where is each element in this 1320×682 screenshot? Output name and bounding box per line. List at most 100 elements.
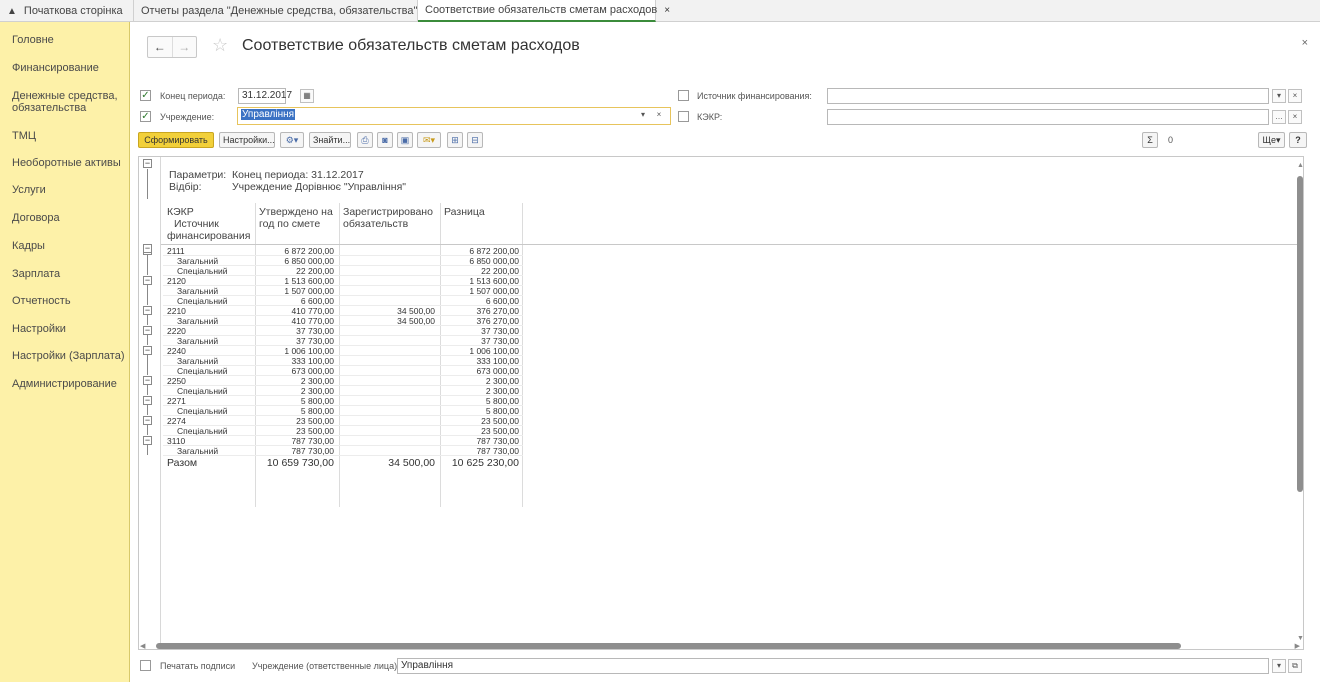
- scroll-down-icon[interactable]: ▼: [1297, 635, 1304, 642]
- collapse-group-icon[interactable]: −: [143, 306, 152, 315]
- calendar-icon[interactable]: ▦: [300, 89, 314, 103]
- group-line: [147, 385, 148, 395]
- save-icon[interactable]: ▣: [397, 132, 413, 148]
- print-signatures-checkbox[interactable]: [140, 660, 151, 671]
- close-form-icon[interactable]: ×: [1302, 37, 1308, 49]
- more-button[interactable]: Ще▾: [1258, 132, 1285, 148]
- group-line: [147, 425, 148, 435]
- find-button[interactable]: Знайти...: [309, 132, 351, 148]
- period-field[interactable]: 31.12.2017: [238, 88, 292, 104]
- total-approved: 10 659 730,00: [266, 457, 334, 469]
- source-label: Источник финансирования:: [697, 91, 812, 101]
- tab-bar: ▲ Початкова сторінка Отчеты раздела "Ден…: [0, 0, 1320, 22]
- vertical-scrollbar[interactable]: ▲ ▼: [1296, 162, 1304, 642]
- tab-report-active[interactable]: Соответствие обязательств сметам расходо…: [418, 0, 670, 22]
- responsible-open-icon[interactable]: ⧉: [1288, 659, 1302, 673]
- collapse-groups-icon[interactable]: ⊟: [467, 132, 483, 148]
- source-clear-icon[interactable]: ×: [1288, 89, 1302, 103]
- group-line: [147, 335, 148, 345]
- scroll-up-icon[interactable]: ▲: [1297, 162, 1304, 169]
- horizontal-scrollbar[interactable]: ◀ ▶: [140, 642, 1300, 650]
- sidebar-item-services[interactable]: Услуги: [12, 184, 46, 196]
- sum-icon[interactable]: Σ: [1142, 132, 1158, 148]
- kekr-clear-icon[interactable]: ×: [1288, 110, 1302, 124]
- collapse-all-icon[interactable]: −: [143, 244, 152, 253]
- source-dropdown-icon[interactable]: ▾: [1272, 89, 1286, 103]
- collapse-group-icon[interactable]: −: [143, 436, 152, 445]
- org-clear-icon[interactable]: ×: [652, 109, 666, 123]
- group-line: [147, 315, 148, 325]
- scroll-right-icon[interactable]: ▶: [1295, 642, 1300, 650]
- col-registered-header-2: обязательств: [343, 218, 409, 230]
- forward-button[interactable]: →: [171, 37, 197, 57]
- report-document: − Параметри: Конец периода: 31.12.2017 В…: [138, 156, 1304, 650]
- sidebar-item-salary[interactable]: Зарплата: [12, 268, 60, 280]
- tab-reports-section[interactable]: Отчеты раздела "Денежные средства, обяза…: [134, 0, 430, 22]
- collapse-group-icon[interactable]: −: [143, 396, 152, 405]
- sidebar-item-main[interactable]: Головне: [12, 34, 54, 46]
- generate-button[interactable]: Сформировать: [138, 132, 214, 148]
- collapse-group-icon[interactable]: −: [143, 416, 152, 425]
- variants-icon[interactable]: ⚙▾: [280, 132, 304, 148]
- kekr-field[interactable]: [827, 109, 1269, 125]
- period-checkbox[interactable]: ✓: [140, 90, 151, 101]
- sidebar-item-settings[interactable]: Настройки: [12, 323, 66, 335]
- expand-groups-icon[interactable]: ⊞: [447, 132, 463, 148]
- favorite-star-icon[interactable]: ☆: [212, 35, 228, 56]
- sidebar-item-financing[interactable]: Финансирование: [12, 62, 99, 74]
- sidebar-item-reporting[interactable]: Отчетность: [12, 295, 71, 307]
- period-label: Конец периода:: [160, 91, 226, 101]
- org-checkbox[interactable]: ✓: [140, 111, 151, 122]
- sidebar-item-settings-salary[interactable]: Настройки (Зарплата): [12, 350, 124, 362]
- help-button[interactable]: ?: [1289, 132, 1307, 148]
- sidebar-item-hr[interactable]: Кадры: [12, 240, 45, 252]
- sidebar-item-admin[interactable]: Администрирование: [12, 378, 117, 390]
- collapse-group-icon[interactable]: −: [143, 376, 152, 385]
- total-registered: 34 500,00: [388, 457, 435, 469]
- responsible-dropdown-icon[interactable]: ▾: [1272, 659, 1286, 673]
- sidebar-item-tmc[interactable]: ТМЦ: [12, 130, 36, 142]
- horizontal-scroll-thumb[interactable]: [156, 643, 1181, 649]
- collapse-params-icon[interactable]: −: [143, 159, 152, 168]
- org-dropdown-icon[interactable]: ▾: [636, 109, 650, 123]
- tab-home-label: Початкова сторінка: [23, 4, 123, 17]
- group-line: [147, 445, 148, 455]
- source-checkbox[interactable]: [678, 90, 689, 101]
- org-field[interactable]: Управління: [237, 107, 671, 125]
- close-icon[interactable]: ×: [664, 0, 670, 21]
- tab-report-label: Соответствие обязательств сметам расходо…: [425, 3, 658, 16]
- collapse-group-icon[interactable]: −: [143, 346, 152, 355]
- settings-button[interactable]: Настройки...: [219, 132, 275, 148]
- collapse-group-icon[interactable]: −: [143, 276, 152, 285]
- total-name: Разом: [167, 457, 198, 469]
- row-divider: [163, 455, 523, 456]
- tab-reports-label: Отчеты раздела "Денежные средства, обяза…: [141, 4, 418, 17]
- source-field[interactable]: [827, 88, 1269, 104]
- email-icon[interactable]: ✉▾: [417, 132, 441, 148]
- tab-home[interactable]: ▲ Початкова сторінка: [0, 0, 134, 22]
- params-value: Конец периода: 31.12.2017: [232, 169, 364, 181]
- col-diff-header: Разница: [444, 206, 485, 218]
- filter-value: Учреждение Дорівнює "Управління": [232, 181, 406, 193]
- print-icon[interactable]: ⎙: [357, 132, 373, 148]
- total-row: Разом 10 659 730,00 34 500,00 10 625 230,00: [163, 457, 519, 470]
- scroll-left-icon[interactable]: ◀: [140, 642, 145, 650]
- kekr-checkbox[interactable]: [678, 111, 689, 122]
- sidebar-item-assets[interactable]: Необоротные активы: [12, 157, 121, 169]
- preview-icon[interactable]: ◙: [377, 132, 393, 148]
- sidebar-item-contracts[interactable]: Договора: [12, 212, 60, 224]
- page-title: Соответствие обязательств сметам расходо…: [242, 37, 580, 54]
- group-line: [147, 285, 148, 305]
- params-label: Параметри:: [169, 169, 227, 181]
- total-diff: 10 625 230,00: [451, 457, 519, 469]
- col-source-header-2: финансирования: [167, 230, 251, 242]
- responsible-field[interactable]: Управління: [397, 658, 1269, 674]
- group-line: [147, 169, 148, 199]
- back-button[interactable]: ←: [148, 37, 172, 57]
- kekr-select-icon[interactable]: …: [1272, 110, 1286, 124]
- col-approved-header: Утверждено на: [259, 206, 333, 218]
- vertical-scroll-thumb[interactable]: [1297, 176, 1303, 492]
- collapse-group-icon[interactable]: −: [143, 326, 152, 335]
- sidebar-item-money[interactable]: Денежные средства, обязательства: [12, 90, 120, 114]
- print-signatures-label: Печатать подписи: [160, 661, 236, 671]
